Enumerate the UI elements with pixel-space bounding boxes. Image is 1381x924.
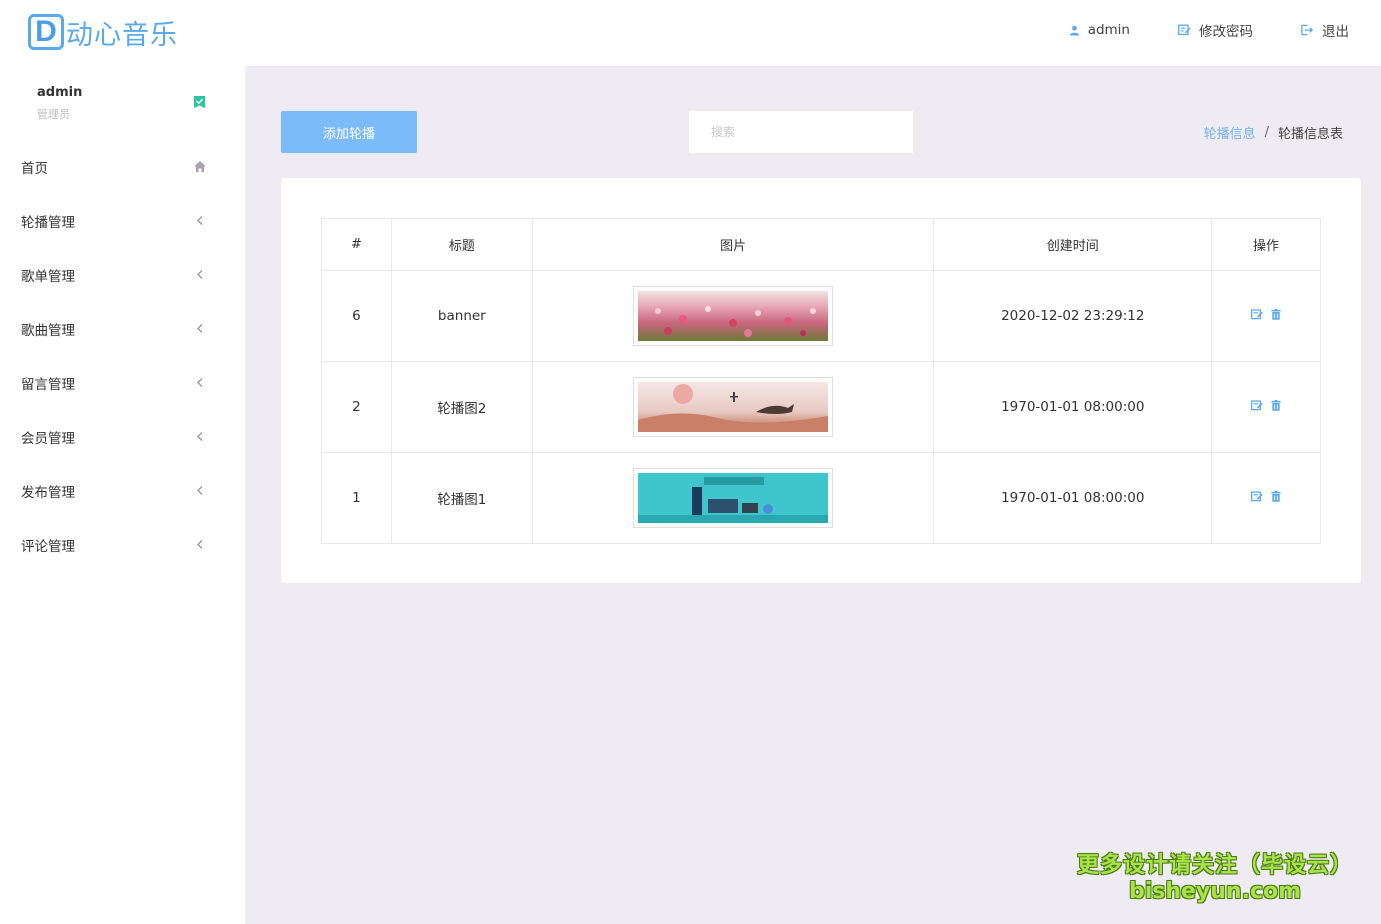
sidebar-user-box: admin 管理员	[0, 66, 245, 136]
delete-icon[interactable]	[1271, 400, 1281, 411]
cell-actions	[1211, 452, 1321, 544]
chevron-left-icon	[197, 324, 203, 333]
sidebar-item-members[interactable]: 会员管理	[0, 410, 245, 464]
table-row: 1 轮播图1 1970-01-01 08:00:00	[321, 452, 1321, 544]
column-header-actions: 操作	[1211, 218, 1321, 271]
chevron-left-icon	[197, 486, 203, 495]
cell-index: 2	[321, 361, 392, 453]
breadcrumb-current: 轮播信息表	[1277, 127, 1343, 142]
whale-poster-image	[638, 382, 829, 432]
banner-thumbnail[interactable]	[633, 286, 834, 346]
breadcrumb: 轮播信息 / 轮播信息表	[1204, 123, 1343, 142]
sidebar: admin 管理员 首页 轮播管理 歌单管理 歌曲管理 留言管理 会员管理 发布…	[0, 66, 245, 924]
sidebar-item-label: 歌单管理	[21, 269, 75, 285]
logout-link[interactable]: 退出	[1301, 20, 1349, 40]
sidebar-item-playlists[interactable]: 歌单管理	[0, 248, 245, 302]
cell-actions	[1211, 361, 1321, 453]
cell-image	[531, 452, 935, 544]
column-header-title: 标题	[390, 218, 533, 271]
chevron-left-icon	[197, 540, 203, 549]
edit-icon[interactable]	[1251, 491, 1263, 502]
sidebar-item-publish[interactable]: 发布管理	[0, 464, 245, 518]
logo-text: 动心音乐	[66, 19, 178, 51]
chevron-left-icon	[197, 216, 203, 225]
sidebar-user-role: 管理员	[37, 108, 70, 121]
banner-thumbnail[interactable]	[633, 468, 834, 528]
chevron-left-icon	[197, 378, 203, 387]
table-row: 6 banner 2020-12-02 23:29:12	[321, 270, 1321, 362]
delete-icon[interactable]	[1271, 491, 1281, 502]
sidebar-item-home[interactable]: 首页	[0, 140, 245, 194]
sidebar-item-label: 发布管理	[21, 485, 75, 501]
flower-field-image	[638, 291, 829, 341]
app-logo[interactable]: D 动心音乐	[28, 12, 178, 52]
sidebar-item-label: 留言管理	[21, 377, 75, 393]
sidebar-item-label: 歌曲管理	[21, 323, 75, 339]
change-password-label: 修改密码	[1199, 24, 1253, 40]
sidebar-user-name: admin	[37, 85, 83, 100]
sidebar-item-label: 轮播管理	[21, 215, 75, 231]
change-password-link[interactable]: 修改密码	[1178, 20, 1253, 40]
cell-created: 1970-01-01 08:00:00	[933, 452, 1213, 544]
header-actions: admin 修改密码 退出	[1021, 20, 1349, 40]
cell-image	[531, 270, 935, 362]
table-header-row: # 标题 图片 创建时间 操作	[321, 218, 1321, 271]
product-teal-image	[638, 473, 829, 523]
sidebar-menu: 首页 轮播管理 歌单管理 歌曲管理 留言管理 会员管理 发布管理 评论管理	[0, 140, 245, 572]
watermark-line-1: 更多设计请关注（毕设云）	[1076, 853, 1353, 878]
carousel-table: # 标题 图片 创建时间 操作 6 banner 2020-12-02 23:2…	[321, 218, 1321, 544]
logout-icon	[1301, 24, 1314, 36]
edit-icon	[1178, 24, 1191, 36]
cell-title: 轮播图1	[390, 452, 533, 544]
edit-icon[interactable]	[1251, 309, 1263, 320]
column-header-created: 创建时间	[933, 218, 1213, 271]
cell-created: 1970-01-01 08:00:00	[933, 361, 1213, 453]
column-header-image: 图片	[531, 218, 935, 271]
cell-image	[531, 361, 935, 453]
logo-mark: D	[28, 14, 64, 50]
delete-icon[interactable]	[1271, 309, 1281, 320]
cell-created: 2020-12-02 23:29:12	[933, 270, 1213, 362]
sidebar-item-label: 会员管理	[21, 431, 75, 447]
sidebar-item-label: 首页	[21, 161, 48, 177]
sidebar-item-label: 评论管理	[21, 539, 75, 555]
edit-icon[interactable]	[1251, 400, 1263, 411]
column-header-index: #	[321, 218, 392, 271]
chevron-left-icon	[197, 270, 203, 279]
cell-index: 1	[321, 452, 392, 544]
breadcrumb-separator: /	[1264, 125, 1269, 140]
watermark-line-2: bisheyun.com	[1128, 879, 1302, 904]
home-icon	[194, 161, 206, 172]
cell-actions	[1211, 270, 1321, 362]
logout-label: 退出	[1322, 24, 1349, 40]
search-input[interactable]	[689, 111, 913, 153]
cell-title: 轮播图2	[390, 361, 533, 453]
breadcrumb-parent-link[interactable]: 轮播信息	[1204, 123, 1256, 142]
sidebar-item-songs[interactable]: 歌曲管理	[0, 302, 245, 356]
chevron-left-icon	[197, 432, 203, 441]
table-card: # 标题 图片 创建时间 操作 6 banner 2020-12-02 23:2…	[281, 178, 1361, 583]
sidebar-item-comments[interactable]: 评论管理	[0, 518, 245, 572]
cell-index: 6	[321, 270, 392, 362]
user-icon	[1069, 25, 1079, 36]
sidebar-item-messages[interactable]: 留言管理	[0, 356, 245, 410]
add-carousel-button[interactable]: 添加轮播	[281, 111, 417, 153]
table-row: 2 轮播图2 1970-01-01 08:00:00	[321, 361, 1321, 453]
header-user-label: admin	[1087, 22, 1130, 38]
sidebar-item-carousel[interactable]: 轮播管理	[0, 194, 245, 248]
verified-badge-icon	[194, 96, 205, 108]
site-watermark: 更多设计请关注（毕设云） bisheyun.com	[1077, 847, 1353, 904]
cell-title: banner	[390, 270, 533, 362]
header-user[interactable]: admin	[1069, 20, 1130, 40]
top-header: D 动心音乐 admin 修改密码 退出	[0, 0, 1381, 66]
banner-thumbnail[interactable]	[633, 377, 834, 437]
